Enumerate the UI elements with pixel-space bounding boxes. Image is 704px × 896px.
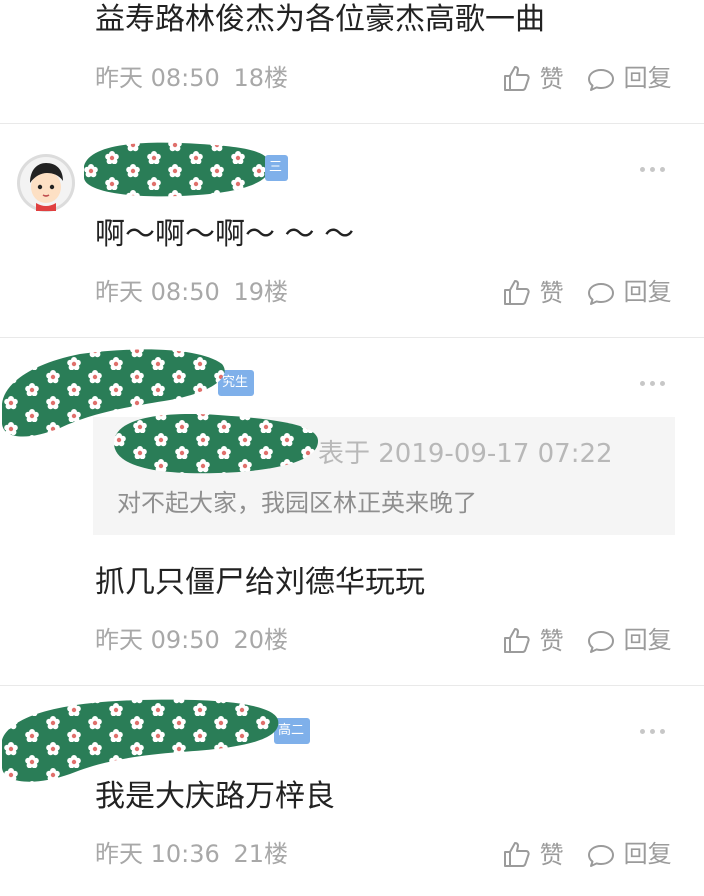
comment-text: 抓几只僵尸给刘德华玩玩: [95, 565, 425, 600]
like-label: 赞: [539, 627, 564, 655]
quote-meta: 表于 2019-09-17 07:22: [318, 439, 613, 469]
reply-label: 回复: [623, 840, 672, 868]
comment-meta: 昨天 10:36 21楼: [95, 839, 288, 869]
like-button[interactable]: 赞: [502, 839, 564, 870]
quote-text: 对不起大家，我园区林正英来晚了: [117, 489, 477, 517]
comment-bubble-icon: [588, 69, 614, 91]
more-options-icon[interactable]: [640, 729, 666, 735]
like-button[interactable]: 赞: [502, 277, 564, 308]
reply-button[interactable]: 回复: [586, 63, 672, 94]
like-label: 赞: [539, 279, 564, 307]
comment-floor: 18楼: [233, 64, 288, 92]
comment-meta: 昨天 09:50 20楼: [95, 625, 288, 655]
reply-label: 回复: [623, 626, 672, 654]
comment-bubble-icon: [588, 283, 614, 305]
redacted-quoted-username: [114, 414, 318, 474]
avatar-icon: [17, 154, 75, 212]
thumbs-up-icon: [504, 628, 530, 653]
avatar[interactable]: [16, 153, 76, 213]
comment-floor: 21楼: [233, 840, 288, 868]
reply-label: 回复: [623, 64, 672, 92]
divider: [0, 685, 704, 686]
comment-floor: 19楼: [233, 278, 288, 306]
comment-time: 昨天 10:36: [95, 840, 220, 868]
thumbs-up-icon: [504, 280, 530, 305]
comment-text: 我是大庆路万梓良: [95, 779, 335, 814]
comment-time: 昨天 08:50: [95, 278, 220, 306]
reply-button[interactable]: 回复: [586, 277, 672, 308]
more-options-icon[interactable]: [640, 381, 666, 387]
redacted-avatar-and-username: [2, 699, 279, 782]
comment-text: 益寿路林俊杰为各位豪杰高歌一曲: [95, 2, 545, 37]
like-button[interactable]: 赞: [502, 625, 564, 656]
reply-button[interactable]: 回复: [586, 839, 672, 870]
level-badge: 三: [265, 155, 289, 181]
comment-meta: 昨天 08:50 19楼: [95, 277, 288, 307]
comment-text: 啊～啊～啊～ ～ ～: [95, 217, 355, 252]
comment-meta: 昨天 08:50 18楼: [95, 63, 288, 93]
thumbs-up-icon: [504, 66, 530, 91]
redacted-username: [84, 142, 271, 197]
like-label: 赞: [539, 65, 564, 93]
like-button[interactable]: 赞: [502, 63, 564, 94]
comment-time: 昨天 09:50: [95, 626, 220, 654]
more-options-icon[interactable]: [640, 167, 666, 173]
divider: [0, 123, 704, 124]
reply-button[interactable]: 回复: [586, 625, 672, 656]
comment-bubble-icon: [588, 845, 614, 867]
comment-floor: 20楼: [233, 626, 288, 654]
comment-time: 昨天 08:50: [95, 64, 220, 92]
comment-bubble-icon: [588, 631, 614, 653]
divider: [0, 337, 704, 338]
like-label: 赞: [539, 841, 564, 869]
thumbs-up-icon: [504, 842, 530, 867]
reply-label: 回复: [623, 278, 672, 306]
